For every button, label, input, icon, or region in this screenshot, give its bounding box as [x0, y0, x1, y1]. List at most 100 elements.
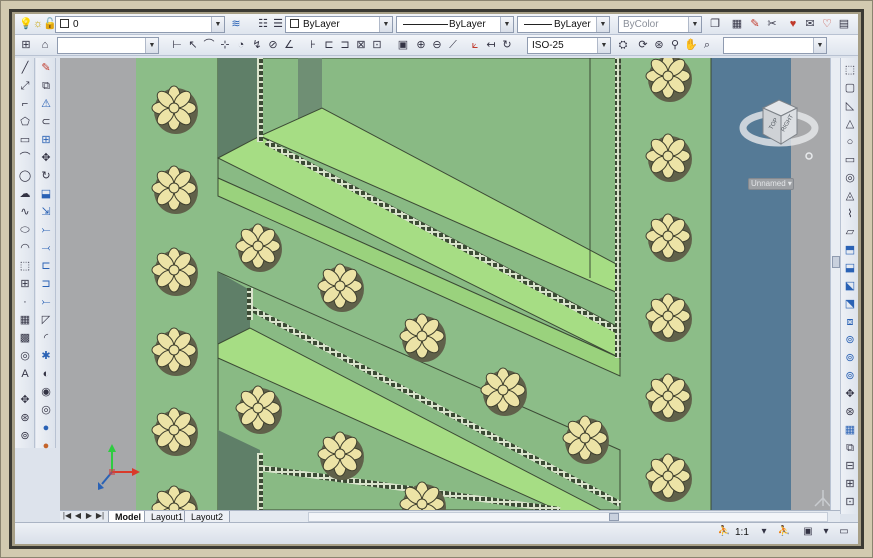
zoom-realtime-icon[interactable]: ⚲	[667, 37, 683, 53]
blank-dropdown[interactable]: ▼	[723, 37, 827, 54]
drawing-canvas[interactable]: TOP RIGHT	[60, 58, 830, 510]
array-icon[interactable]: ⊞	[38, 132, 54, 148]
3d-array-icon[interactable]: ⧉	[842, 440, 858, 456]
ucs-menu-badge[interactable]: Unnamed ▾	[748, 178, 794, 190]
dim-linear-icon[interactable]: ⊢	[169, 37, 185, 53]
revision-cloud-icon[interactable]: ☁	[17, 186, 33, 202]
clean-screen-icon[interactable]: ▭	[837, 526, 851, 540]
pyramid-icon[interactable]: ◬	[842, 188, 858, 204]
layer-previous-icon[interactable]: ☰	[270, 16, 286, 32]
materials-icon[interactable]: ●	[38, 438, 54, 454]
ellipse-arc-icon[interactable]: ◠	[17, 240, 33, 256]
extrude-icon[interactable]: ⬒	[842, 242, 858, 258]
drawing-viewport[interactable]: TOP RIGHT	[60, 58, 830, 510]
viewport-combo[interactable]: ▼	[57, 37, 159, 54]
markup-icon[interactable]: ✉	[802, 16, 818, 32]
ellipse-icon[interactable]: ⬭	[17, 222, 33, 238]
mirror-icon[interactable]: ⚠	[38, 96, 54, 112]
calculator-icon[interactable]: ✂	[764, 16, 780, 32]
copy-icon[interactable]: ⧉	[38, 78, 54, 94]
dim-arc-icon[interactable]: ⌒	[201, 37, 217, 53]
color-dropdown[interactable]: ByLayer ▼	[285, 16, 393, 33]
view-icon[interactable]: ⌂	[37, 37, 53, 53]
next-tab-icon[interactable]: ▶	[84, 511, 94, 520]
move-icon[interactable]: ✥	[17, 392, 33, 408]
3d-rotate-icon[interactable]: ⊛	[842, 404, 858, 420]
3d-move-icon[interactable]: ✥	[842, 386, 858, 402]
sweep-icon[interactable]: ⬕	[842, 278, 858, 294]
conceptual-style-icon[interactable]: ◎	[38, 402, 54, 418]
extend-icon[interactable]: ⤙	[38, 240, 54, 256]
prev-tab-icon[interactable]: ◀	[73, 511, 83, 520]
helix-icon[interactable]: ⌇	[842, 206, 858, 222]
polygon-icon[interactable]: ⬠	[17, 114, 33, 130]
realistic-style-icon[interactable]: ◉	[38, 384, 54, 400]
annotation-visibility-icon[interactable]: ⛹	[777, 526, 791, 540]
box-icon[interactable]: ▢	[842, 80, 858, 96]
jogged-linear-icon[interactable]: ⟋	[445, 37, 461, 53]
hatch-icon[interactable]: ▦	[17, 312, 33, 328]
intersect-icon[interactable]: ⊚	[842, 368, 858, 384]
dim-diameter-icon[interactable]: ⊘	[265, 37, 281, 53]
thicken-icon[interactable]: ⊡	[842, 494, 858, 510]
camera-icon[interactable]: ⊚	[17, 428, 33, 444]
polysolid-icon[interactable]: ⬚	[842, 62, 858, 78]
subtract-icon[interactable]: ⊚	[842, 350, 858, 366]
lineweight-dropdown[interactable]: ByLayer ▼	[517, 16, 610, 33]
dim-radius-icon[interactable]: ◔	[233, 37, 249, 53]
make-block-icon[interactable]: ⊞	[17, 276, 33, 292]
dim-ordinate-icon[interactable]: ⊹	[217, 37, 233, 53]
dimedit-icon[interactable]: ⟀	[467, 37, 483, 53]
horizontal-scroll-thumb[interactable]	[609, 513, 619, 521]
dim-continue-icon[interactable]: ⊐	[337, 37, 353, 53]
linetype-dropdown[interactable]: ByLayer ▼	[396, 16, 514, 33]
explode-icon[interactable]: ✱	[38, 348, 54, 364]
join-point-icon[interactable]: ⤚	[38, 294, 54, 310]
zoom-window-icon[interactable]: ⌕	[699, 37, 715, 53]
polyline-icon[interactable]: ⌐	[17, 96, 33, 112]
scale-icon[interactable]: ⬓	[38, 186, 54, 202]
union-icon[interactable]: ⊚	[842, 332, 858, 348]
arc-icon[interactable]: ⌒	[17, 150, 33, 166]
gradient-icon[interactable]: ▩	[17, 330, 33, 346]
text-icon[interactable]: A	[17, 366, 33, 382]
inspect-icon[interactable]: ⊖	[429, 37, 445, 53]
construction-line-icon[interactable]: ⤢	[17, 78, 33, 94]
tolerance-icon[interactable]: ▣	[395, 37, 411, 53]
planar-surface-icon[interactable]: ▱	[842, 224, 858, 240]
quick-dim-icon[interactable]: ⊦	[305, 37, 321, 53]
circle-icon[interactable]: ◯	[17, 168, 33, 184]
trim-icon[interactable]: ⤚	[38, 222, 54, 238]
rectangle-icon[interactable]: ▭	[17, 132, 33, 148]
orbit-icon[interactable]: ⊛	[651, 37, 667, 53]
stretch-icon[interactable]: ⇲	[38, 204, 54, 220]
3d-align-icon[interactable]: ▦	[842, 422, 858, 438]
spline-icon[interactable]: ∿	[17, 204, 33, 220]
dim-update-icon[interactable]: ↻	[499, 37, 515, 53]
line-icon[interactable]: ╱	[17, 60, 33, 76]
horizontal-scrollbar[interactable]	[308, 512, 828, 522]
sphere-icon[interactable]: ○	[842, 134, 858, 150]
scale-dropdown-icon[interactable]: ▾	[757, 526, 771, 540]
vertical-scrollbar[interactable]	[830, 58, 840, 510]
dim-jogged-icon[interactable]: ↯	[249, 37, 265, 53]
last-tab-icon[interactable]: ▶|	[95, 511, 105, 520]
toolbar-lock-icon[interactable]: ▾	[819, 526, 833, 540]
move-icon[interactable]: ✥	[38, 150, 54, 166]
workspace-icon[interactable]: ▣	[801, 526, 815, 540]
wedge-icon[interactable]: ◺	[842, 98, 858, 114]
dim-angular-icon[interactable]: ∠	[281, 37, 297, 53]
layer-manager-icon[interactable]: ≋	[228, 16, 244, 32]
center-mark-icon[interactable]: ⊕	[413, 37, 429, 53]
chamfer-icon[interactable]: ◸	[38, 312, 54, 328]
dimstyle-dropdown[interactable]: ISO-25 ▼	[527, 37, 611, 54]
pen-icon[interactable]: ✎	[747, 16, 763, 32]
vertical-scroll-thumb[interactable]	[832, 256, 840, 268]
first-tab-icon[interactable]: |◀	[62, 511, 72, 520]
presspull-icon[interactable]: ⬓	[842, 260, 858, 276]
loft-icon[interactable]: ⧈	[842, 314, 858, 330]
dim-space-icon[interactable]: ⊠	[353, 37, 369, 53]
make-current-icon[interactable]: ☷	[255, 16, 271, 32]
heart-icon[interactable]: ♡	[819, 16, 835, 32]
revolve-icon[interactable]: ⬔	[842, 296, 858, 312]
